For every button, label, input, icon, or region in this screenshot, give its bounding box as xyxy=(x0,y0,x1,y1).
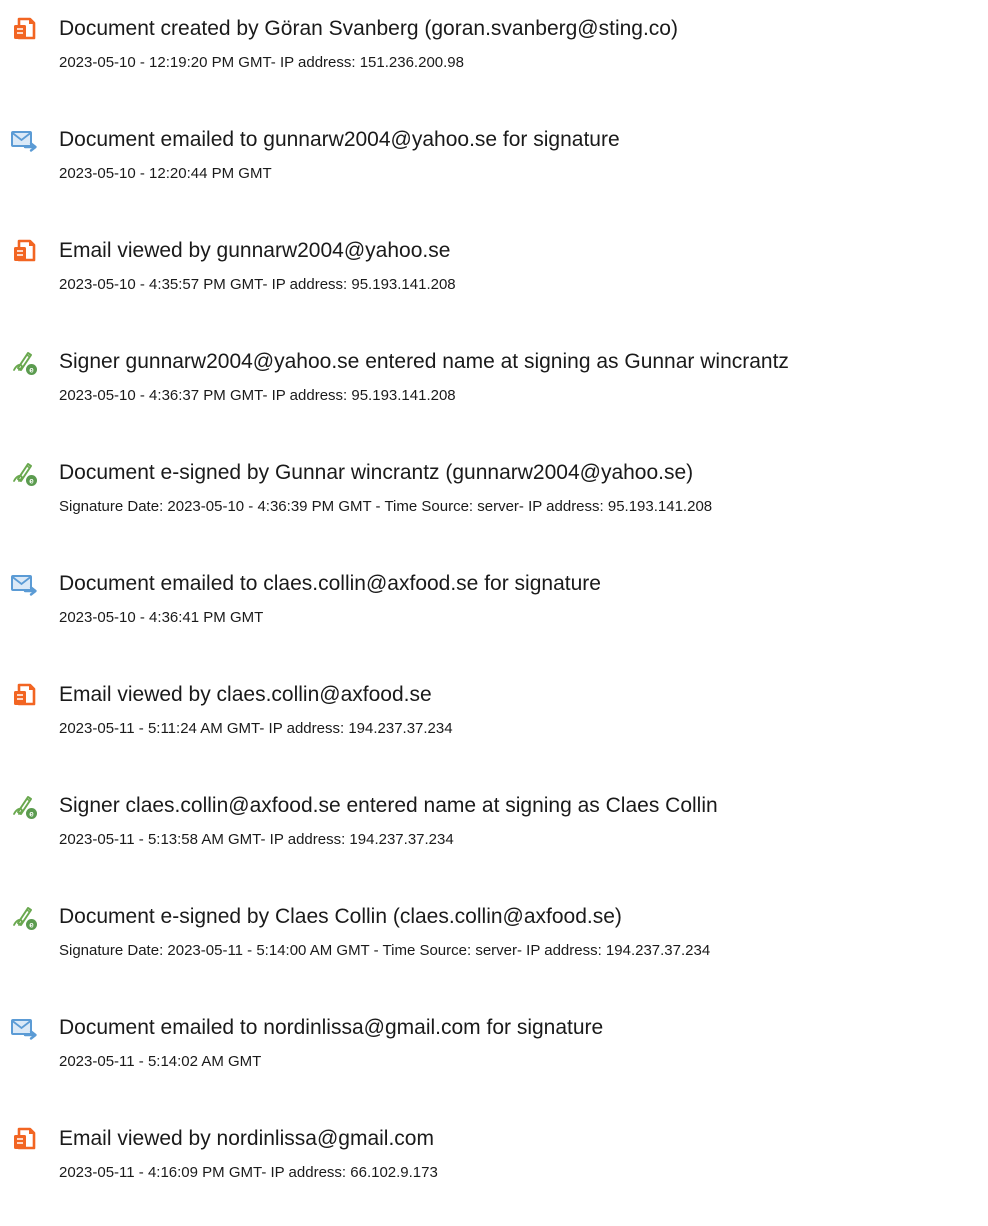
audit-event: Document created by Göran Svanberg (gora… xyxy=(0,14,988,104)
event-detail: 2023-05-11 - 5:11:24 AM GMT- IP address:… xyxy=(59,720,453,737)
event-title: Document created by Göran Svanberg (gora… xyxy=(59,17,678,40)
event-title: Document emailed to nordinlissa@gmail.co… xyxy=(59,1016,604,1039)
event-title: Document e-signed by Claes Collin (claes… xyxy=(59,905,622,928)
event-title: Signer claes.collin@axfood.se entered na… xyxy=(59,794,718,817)
event-title: Document emailed to claes.collin@axfood.… xyxy=(59,572,601,595)
event-detail: 2023-05-11 - 5:13:58 AM GMT- IP address:… xyxy=(59,831,454,848)
audit-event: Document emailed to claes.collin@axfood.… xyxy=(0,569,988,659)
event-detail: 2023-05-10 - 4:35:57 PM GMT- IP address:… xyxy=(59,276,456,293)
audit-event: Document emailed to gunnarw2004@yahoo.se… xyxy=(0,125,988,215)
audit-event: Document e-signed by Gunnar wincrantz (g… xyxy=(0,458,988,548)
document-viewed-icon xyxy=(10,237,38,265)
esign-icon xyxy=(10,903,38,931)
event-title: Signer gunnarw2004@yahoo.se entered name… xyxy=(59,350,789,373)
audit-event: Document emailed to nordinlissa@gmail.co… xyxy=(0,1013,988,1103)
document-viewed-icon xyxy=(10,1125,38,1153)
event-detail: 2023-05-10 - 4:36:41 PM GMT xyxy=(59,609,264,626)
audit-event: Email viewed by claes.collin@axfood.se 2… xyxy=(0,680,988,770)
event-detail: Signature Date: 2023-05-11 - 5:14:00 AM … xyxy=(59,942,711,959)
event-title: Email viewed by nordinlissa@gmail.com xyxy=(59,1127,434,1150)
audit-event: Document e-signed by Claes Collin (claes… xyxy=(0,902,988,992)
event-title: Document e-signed by Gunnar wincrantz (g… xyxy=(59,461,694,484)
audit-event: Email viewed by nordinlissa@gmail.com 20… xyxy=(0,1124,988,1214)
email-sent-icon xyxy=(10,570,38,598)
event-detail: 2023-05-11 - 5:14:02 AM GMT xyxy=(59,1053,262,1070)
esign-icon xyxy=(10,792,38,820)
audit-event: Signer gunnarw2004@yahoo.se entered name… xyxy=(0,347,988,437)
event-title: Email viewed by gunnarw2004@yahoo.se xyxy=(59,239,451,262)
event-title: Email viewed by claes.collin@axfood.se xyxy=(59,683,432,706)
event-detail: 2023-05-10 - 12:20:44 PM GMT xyxy=(59,165,272,182)
document-viewed-icon xyxy=(10,681,38,709)
email-sent-icon xyxy=(10,126,38,154)
document-created-icon xyxy=(10,15,38,43)
audit-event: Signer claes.collin@axfood.se entered na… xyxy=(0,791,988,881)
esign-icon xyxy=(10,459,38,487)
event-title: Document emailed to gunnarw2004@yahoo.se… xyxy=(59,128,620,151)
audit-event: Email viewed by gunnarw2004@yahoo.se 202… xyxy=(0,236,988,326)
event-detail: Signature Date: 2023-05-10 - 4:36:39 PM … xyxy=(59,498,713,515)
email-sent-icon xyxy=(10,1014,38,1042)
event-detail: 2023-05-11 - 4:16:09 PM GMT- IP address:… xyxy=(59,1164,438,1181)
event-detail: 2023-05-10 - 4:36:37 PM GMT- IP address:… xyxy=(59,387,456,404)
event-detail: 2023-05-10 - 12:19:20 PM GMT- IP address… xyxy=(59,54,464,71)
esign-icon xyxy=(10,348,38,376)
